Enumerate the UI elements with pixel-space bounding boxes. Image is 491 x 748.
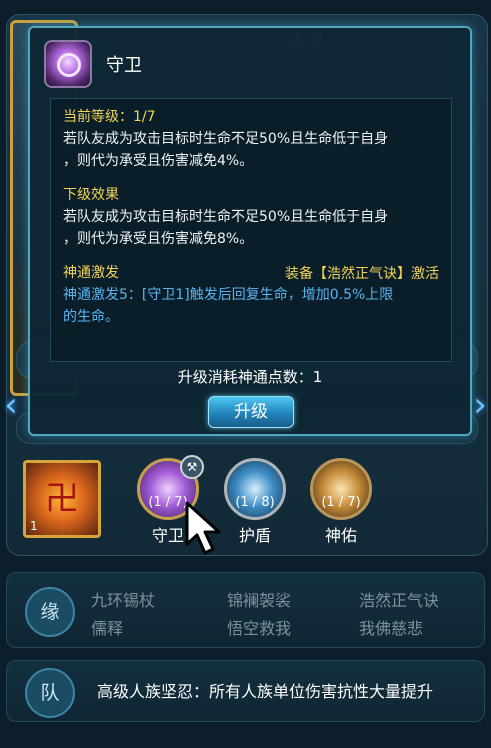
set-item: 九环锡杖 [91,591,156,610]
current-desc-line2: ，则代为承受且伤害减免4%。 [63,153,254,169]
next-arrow-icon[interactable]: › [469,382,491,428]
team-bonus-text: 高级人族坚忍：所有人族单位伤害抗性大量提升 [97,682,434,701]
skill-name: 神佑 [324,526,357,545]
tooltip-header: 守卫 [44,40,142,88]
next-level-heading: 下级效果 [63,187,119,203]
blessing-icon: (1 / 7) [310,458,372,520]
current-desc-line1: 若队友成为攻击目标时生命不足50%且生命低于自身 [63,131,389,147]
next-desc-line1: 若队友成为攻击目标时生命不足50%且生命低于自身 [63,209,389,225]
set-bonus-panel: 缘 九环锡杖 锦襕袈裟 浩然正气诀 儒释 悟空救我 我佛慈悲 [6,572,485,648]
activation-desc-line1: 神通激发5：[守卫1]触发后回复生命，增加0.5%上限 [63,287,394,303]
guard-skill-icon [44,40,92,88]
main-skill-slot[interactable]: 卍 1 [23,460,101,538]
set-item: 悟空救我 [227,619,292,638]
fate-emblem-icon: 缘 [25,587,75,637]
shield-icon: (1 / 8) [224,458,286,520]
skill-slot-shield[interactable]: (1 / 8) 护盾 [224,458,286,546]
upgrade-button[interactable]: 升级 [208,396,294,428]
skill-level: (1 / 7) [321,495,361,510]
activation-heading: 神通激发 [63,265,119,281]
skill-tooltip: 守卫 当前等级：1/7 若队友成为攻击目标时生命不足50%且生命低于自身 ，则代… [28,26,472,436]
team-bonus-panel: 队 高级人族坚忍：所有人族单位伤害抗性大量提升 [6,660,485,722]
set-item: 我佛慈悲 [359,619,424,638]
team-emblem-icon: 队 [25,668,75,718]
skill-name: 护盾 [238,526,271,545]
hammer-icon: ⚒ [180,455,204,479]
activation-desc-line2: 的生命。 [63,309,119,325]
set-item: 锦襕袈裟 [227,591,292,610]
skill-title: 守卫 [106,55,142,76]
upgrade-cost: 升级消耗神通点数：1 [177,368,323,386]
skill-slot-blessing[interactable]: (1 / 7) 神佑 [310,458,372,546]
main-skill-level: 1 [30,519,38,533]
next-desc-line2: ，则代为承受且伤害减免8%。 [63,231,254,247]
tooltip-body: 当前等级：1/7 若队友成为攻击目标时生命不足50%且生命低于自身 ，则代为承受… [50,98,452,362]
activation-equip-requirement: 装备【浩然正气诀】激活 [285,266,439,282]
current-level: 当前等级：1/7 [63,109,156,125]
set-item: 儒释 [91,619,124,638]
set-item: 浩然正气诀 [359,591,440,610]
prev-arrow-icon[interactable]: ‹ [0,382,22,428]
skill-level: (1 / 8) [235,495,275,510]
skill-bar: 卍 1 (1 / 7) ⚒ 守卫 (1 / 8) 护盾 (1 / 7) 神佑 [0,452,491,552]
mouse-cursor-icon [185,501,221,555]
